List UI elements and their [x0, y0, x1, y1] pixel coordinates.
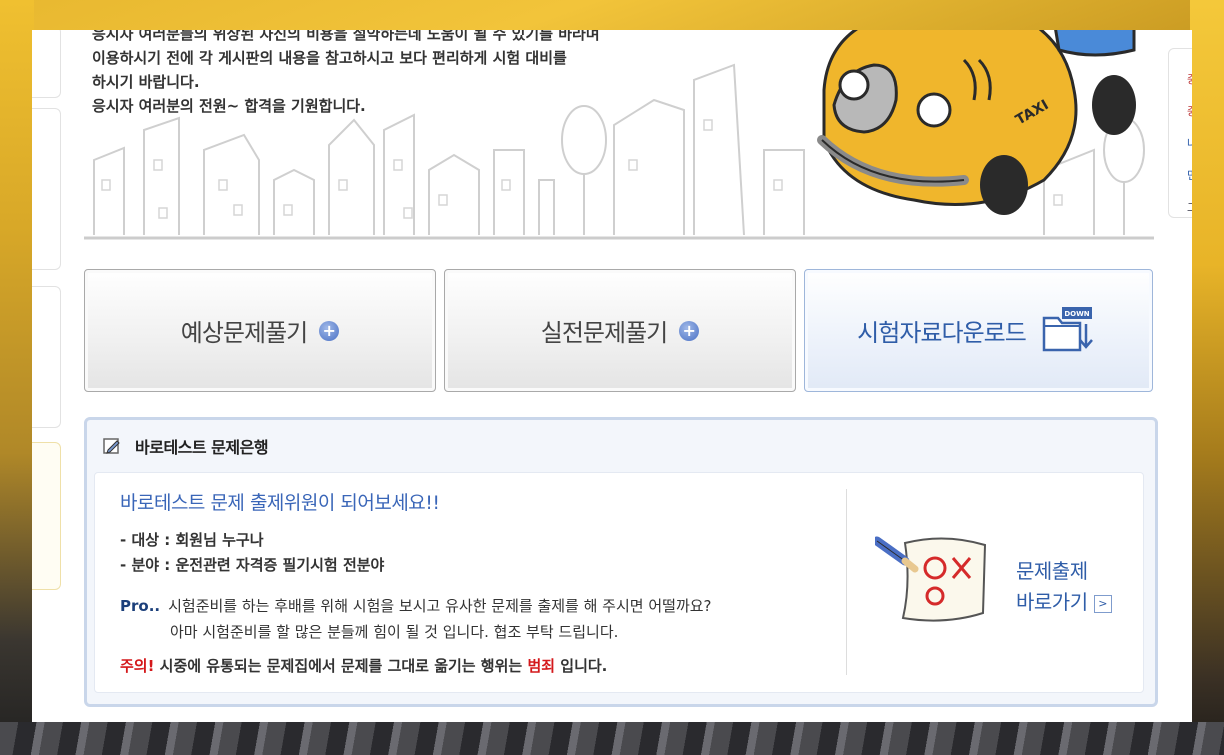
- right-sidebar-text: 나: [1187, 135, 1192, 151]
- left-sidebar-stub: [32, 442, 61, 590]
- warning-body: 시중에 유통되는 문제집에서 문제를 그대로 옮기는 행위는: [154, 657, 528, 675]
- pro-text: Pro.. 시험준비를 하는 후배를 위해 시험을 보시고 유사한 문제를 출제를…: [120, 595, 712, 616]
- plus-circle-icon: +: [679, 320, 700, 341]
- question-bank-title: 바로테스트 문제은행: [135, 438, 269, 457]
- intro-line: 하시기 바랍니다.: [92, 73, 200, 91]
- right-sidebar-text: 중: [1187, 103, 1192, 119]
- left-sidebar-stub: [32, 30, 61, 98]
- button-label: 시험자료다운로드: [857, 319, 1027, 347]
- background-left: [0, 0, 34, 755]
- chevron-right-icon: >: [1093, 594, 1112, 613]
- pencil-note-icon: [103, 438, 120, 454]
- button-label: 예상문제풀기: [180, 319, 308, 347]
- expected-questions-button[interactable]: 예상문제풀기 +: [84, 269, 436, 392]
- right-sidebar-stub: 중 중 나 민 그: [1168, 48, 1192, 218]
- question-bank-header: 바로테스트 문제은행: [103, 434, 269, 458]
- plus-circle-icon: +: [319, 320, 340, 341]
- warning-text: 주의! 시중에 유통되는 문제집에서 문제를 그대로 옮기는 행위는 범죄 입니…: [120, 655, 607, 676]
- target-text: - 대상 : 회원님 누구나: [120, 531, 264, 549]
- left-sidebar-stub: [32, 286, 61, 428]
- go-label-line2: 바로가기: [1016, 590, 1088, 614]
- folder-download-icon: DOWN: [1042, 306, 1093, 351]
- go-label-line1: 문제출제: [1016, 559, 1088, 583]
- warning-crime: 범죄: [527, 657, 556, 675]
- background-bottom: [0, 722, 1224, 755]
- right-sidebar-text: 중: [1187, 71, 1192, 87]
- right-sidebar-text: 그: [1187, 199, 1192, 215]
- warning-end: 입니다.: [555, 657, 608, 675]
- background-right: [1190, 0, 1224, 755]
- left-sidebar-stub: [32, 108, 61, 270]
- intro-text: 응시자 여러분들의 위상된 자신의 비용을 절약하는데 도움이 될 수 있기를 …: [92, 30, 772, 118]
- field-text: - 분야 : 운전관련 자격증 필기시험 전분야: [120, 556, 385, 574]
- pro-label: Pro..: [120, 597, 161, 615]
- download-badge-label: DOWN: [1064, 310, 1089, 318]
- download-materials-button[interactable]: 시험자료다운로드 DOWN: [804, 269, 1153, 392]
- pro-text-2: 아마 시험준비를 할 많은 분들께 힘이 될 것 입니다. 협조 부탁 드립니다…: [170, 623, 619, 641]
- question-bank-headline: 바로테스트 문제 출제위원이 되어보세요!!: [120, 492, 440, 514]
- real-questions-button[interactable]: 실전문제풀기 +: [444, 269, 796, 392]
- hero-banner: TAXI 응시자 여러분들의 위상된 자신의 비용을 절약하는데 도움이 될 수…: [84, 30, 1154, 245]
- question-bank-section: 바로테스트 문제은행 바로테스트 문제 출제위원이 되어보세요!! - 대상 :…: [84, 417, 1158, 707]
- warning-label: 주의!: [120, 657, 155, 675]
- button-label: 실전문제풀기: [540, 319, 668, 347]
- question-bank-body: 바로테스트 문제 출제위원이 되어보세요!! - 대상 : 회원님 누구나 - …: [94, 472, 1144, 693]
- go-to-submit-link[interactable]: 문제출제 바로가기 >: [1016, 556, 1112, 618]
- intro-line: 이용하시기 전에 각 게시판의 내용을 참고하시고 보다 편리하게 시험 대비를: [92, 49, 567, 67]
- answer-paper-icon: [875, 536, 987, 622]
- intro-line: 응시자 여러분의 전원~ 합격을 기원합니다.: [92, 97, 366, 115]
- taxi-icon: TAXI: [817, 30, 1136, 215]
- intro-line: 응시자 여러분들의 위상된 자신의 비용을 절약하는데 도움이 될 수 있기를 …: [92, 30, 600, 43]
- right-sidebar-text: 민: [1187, 167, 1192, 183]
- content-panel: 중 중 나 민 그: [32, 30, 1192, 722]
- pro-body: 시험준비를 하는 후배를 위해 시험을 보시고 유사한 문제를 출제를 해 주시…: [168, 597, 712, 615]
- divider: [846, 489, 847, 675]
